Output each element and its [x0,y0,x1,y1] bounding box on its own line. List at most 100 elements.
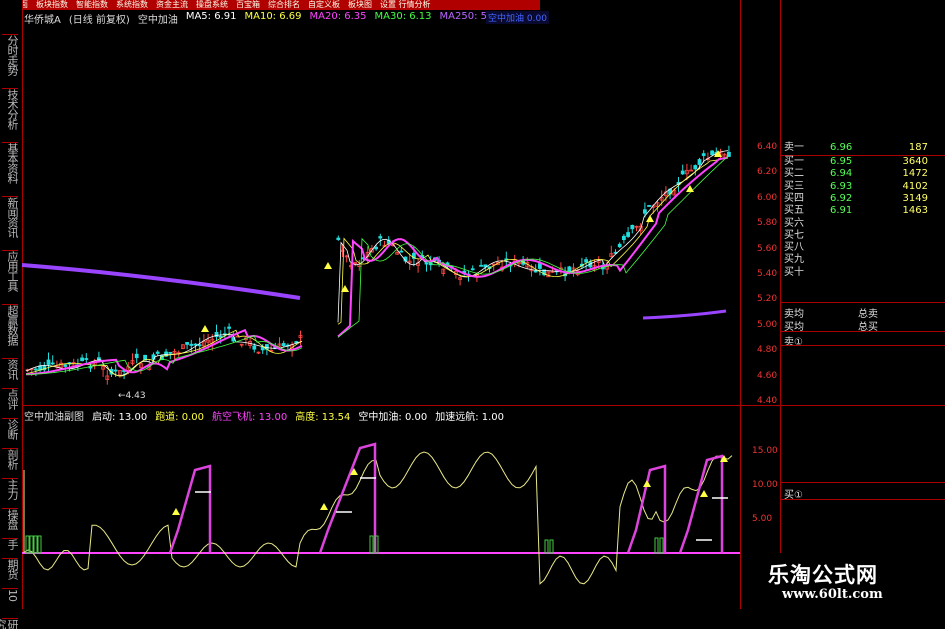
price-tick: 6.40 [757,142,778,152]
ma250-line [21,263,301,300]
candlestick [580,257,584,270]
watermark-url: www.60lt.com [782,587,883,602]
row-label: 买九 [784,254,804,266]
volume-bar [29,535,34,554]
candlestick [256,351,261,355]
buy-row[interactable]: 买一 6.95 3640 [784,156,944,168]
order-book-separator [780,345,945,346]
low-price-marker: ←4.43 [118,391,146,401]
volume-bar [33,535,38,554]
row-volume: 3640 [902,156,928,167]
ma5-line [25,150,729,377]
signal-triangle [172,508,180,515]
signal-spike [318,442,377,554]
volume-bar [549,539,554,554]
row-price: 6.92 [830,192,853,204]
candlestick [130,353,135,366]
row-price: 6.95 [830,156,853,167]
sub-tick: 15.00 [752,446,778,456]
sub-chart-title: 空中加油副图 [24,412,84,423]
row-volume: 4102 [902,180,928,192]
order-book-separator [780,302,945,303]
buy-row[interactable]: 买七 [784,230,944,242]
signal-triangle [320,503,328,510]
left-tab[interactable]: 研究 [0,618,19,629]
price-tick: 4.60 [757,370,778,381]
indicator-badge[interactable]: 空中加油 0.00 [486,11,549,24]
signal-triangle [646,215,654,222]
sub-tick: 10.00 [752,480,778,490]
candlestick [118,369,122,378]
sub-legend-item: 启动: 13.00 [92,412,148,423]
row-label: 卖一 [784,142,804,153]
sub-legend-item: 跑道: 0.00 [155,412,205,423]
buy-row[interactable]: 买五 6.91 1463 [784,205,944,217]
candlestick [185,342,190,350]
candlestick [298,330,303,346]
candlestick [105,369,110,385]
candlestick [134,348,139,364]
sub-tick: 5.00 [752,514,773,524]
candlestick [248,336,253,349]
row-label: 买三 [784,180,804,192]
chart-period: (日线 前复权) [68,15,130,26]
row-label: 买二 [784,168,804,180]
price-tick: 4.80 [757,345,778,356]
candlestick [180,344,185,350]
candlestick [243,336,248,346]
price-tick: 5.60 [757,243,778,254]
row-label: 买八 [784,242,804,254]
order-book-separator [780,331,945,332]
row-price: 6.91 [830,205,853,217]
candlestick [630,224,635,234]
ma-legend-item: MA10: 6.69 [244,11,302,22]
buy-row[interactable]: 买六 [784,218,944,230]
candlestick [168,351,173,360]
buy-row[interactable]: 买九 [784,254,944,266]
candlestick [416,258,421,273]
sub-chart-legend: 启动: 13.00 跑道: 0.00 航空飞机: 13.00 高度: 13.54 空中加… [92,408,504,423]
volume-bar [654,537,659,554]
ma20-line [25,156,729,376]
row-label: 买六 [784,217,804,229]
price-tick: 6.20 [757,167,778,178]
stock-name: 华侨城A [24,15,61,26]
indicator-badge-value: 0.00 [526,14,547,24]
volume-bar [369,535,374,554]
buy-row[interactable]: 买二 6.94 1472 [784,168,944,180]
candlestick [626,227,630,238]
buy-row[interactable]: 买八 [784,242,944,254]
signal-triangle [700,490,708,497]
candlestick [693,164,698,176]
buy-row[interactable]: 买十 [784,267,944,279]
volume-bar [544,539,549,554]
indicator-name: 空中加油 [137,15,178,26]
candlestick [239,343,244,348]
candlestick [80,354,84,362]
ma250-line [642,309,727,320]
candlestick [155,350,160,356]
buy-row[interactable]: 买三 6.93 4102 [784,181,944,193]
order-book-separator [780,499,945,500]
candlestick [46,352,51,373]
candlestick [546,271,551,278]
buy-row[interactable]: 买四 6.92 3149 [784,193,944,205]
signal-triangle [324,262,332,269]
price-tick: 5.40 [757,269,778,279]
volume-bar [374,535,379,554]
candlestick [689,164,693,172]
candlestick [680,164,685,175]
ma-legend: MA5: 6.91 MA10: 6.69 MA20: 6.35 MA30: 6.13 M… [186,11,503,25]
candlestick [647,204,651,207]
candlestick [727,145,731,158]
volume-bar [659,537,664,554]
candlestick [344,254,349,263]
candlestick [336,235,341,241]
candlestick [609,245,614,258]
ma-legend-item: MA5: 6.91 [185,11,237,22]
watermark-title: 乐淘公式网 [768,562,878,587]
candlestick [504,251,509,266]
sell-row[interactable]: 卖一 6.96 187 [784,142,944,154]
candlestick [277,337,282,347]
sub-legend-item: 航空飞机: 13.00 [212,412,288,423]
